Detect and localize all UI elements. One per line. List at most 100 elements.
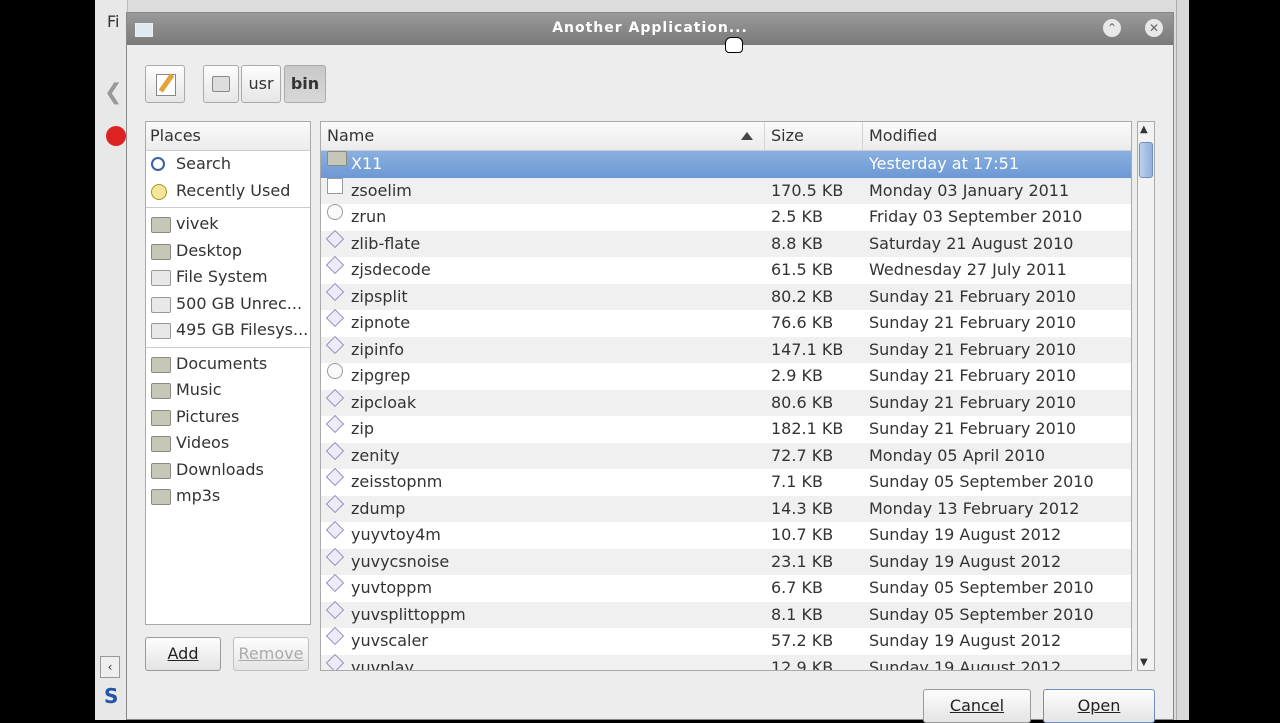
sidebar-item-label: Music (176, 380, 222, 399)
sidebar-item-label: Documents (176, 353, 268, 373)
minimize-button[interactable]: ⌃ (1103, 19, 1121, 37)
open-button[interactable]: Open (1043, 689, 1155, 723)
file-modified: Sunday 21 February 2010 (869, 419, 1077, 438)
file-row[interactable]: zsoelim 170.5 KB Monday 03 January 2011 (321, 177, 1131, 204)
path-segment-bin[interactable]: bin (284, 65, 326, 103)
sidebar-item-495-gb-filesys[interactable]: 495 GB Filesys... (146, 317, 310, 344)
file-row[interactable]: yuyvtoy4m 10.7 KB Sunday 19 August 2012 (321, 520, 1131, 549)
sidebar-item-label: Recently Used (176, 180, 291, 200)
sidebar-item-documents[interactable]: Documents (146, 351, 310, 378)
file-row[interactable]: zrun 2.5 KB Friday 03 September 2010 (321, 204, 1131, 231)
executable-icon (325, 388, 345, 407)
file-row[interactable]: yuvtoppm 6.7 KB Sunday 05 September 2010 (321, 573, 1131, 602)
sidebar-item-label: Videos (176, 433, 230, 452)
mouse-cursor-icon (725, 37, 743, 53)
file-row[interactable]: zipcloak 80.6 KB Sunday 21 February 2010 (321, 388, 1131, 416)
file-row[interactable]: yuvscaler 57.2 KB Sunday 19 August 2012 (321, 626, 1131, 655)
sort-ascending-icon (741, 132, 753, 140)
cancel-button[interactable]: Cancel (923, 689, 1031, 723)
file-row[interactable]: zip 182.1 KB Sunday 21 February 2010 (321, 414, 1131, 443)
file-row[interactable]: X11 Yesterday at 17:51 (321, 151, 1131, 178)
close-button[interactable]: ✕ (1145, 19, 1163, 37)
file-list-scrollbar[interactable]: ▲ ▼ (1137, 121, 1155, 671)
sidebar-item-desktop[interactable]: Desktop (146, 238, 310, 265)
file-size: 2.9 KB (771, 366, 823, 385)
remove-place-button[interactable]: Remove (233, 637, 309, 671)
sidebar-item-recently-used[interactable]: Recently Used (146, 178, 310, 205)
dialog-titlebar[interactable]: Another Application... ⌃ ✕ (127, 13, 1173, 45)
sidebar-item-label: 500 GB Unrec... (176, 293, 303, 313)
file-modified: Sunday 05 September 2010 (869, 578, 1094, 597)
column-size-header[interactable]: Size (765, 122, 863, 150)
folder-icon (151, 462, 171, 479)
file-row[interactable]: yuvsplittoppm 8.1 KB Sunday 05 September 2… (321, 600, 1131, 628)
file-name: yuvplay (351, 657, 414, 671)
file-modified: Wednesday 27 July 2011 (869, 260, 1067, 279)
file-modified: Sunday 21 February 2010 (869, 339, 1077, 359)
file-name: yuvscaler (351, 631, 428, 650)
folder-icon (151, 356, 171, 373)
file-modified: Monday 03 January 2011 (869, 180, 1070, 200)
sidebar-item-pictures[interactable]: Pictures (146, 404, 310, 431)
scrollbar-thumb[interactable] (1139, 142, 1153, 178)
file-name: zenity (351, 445, 400, 465)
column-modified-header[interactable]: Modified (863, 122, 1131, 150)
places-separator (146, 207, 310, 208)
background-scroll-left-button[interactable]: ‹ (100, 656, 120, 678)
file-modified: Sunday 19 August 2012 (869, 525, 1062, 544)
file-name: yuvycsnoise (351, 551, 450, 571)
file-name: yuvtoppm (351, 578, 433, 597)
scroll-down-icon[interactable]: ▼ (1140, 657, 1148, 668)
file-modified: Yesterday at 17:51 (869, 154, 1020, 173)
path-root-button[interactable] (203, 65, 239, 103)
scroll-up-icon[interactable]: ▲ (1140, 124, 1148, 135)
drive-icon (151, 270, 171, 286)
file-size: 57.2 KB (771, 631, 834, 650)
file-row[interactable]: zipgrep 2.9 KB Sunday 21 February 2010 (321, 363, 1131, 390)
file-row[interactable]: zjsdecode 61.5 KB Wednesday 27 July 2011 (321, 255, 1131, 284)
remove-label: Remove (238, 644, 304, 663)
file-size: 147.1 KB (771, 339, 844, 359)
column-modified-label: Modified (869, 126, 938, 145)
sidebar-item-500-gb-unrec[interactable]: 500 GB Unrec... (146, 291, 310, 318)
file-size: 14.3 KB (771, 498, 834, 518)
sidebar-item-label: Search (176, 154, 231, 173)
file-row[interactable]: zeisstopnm 7.1 KB Sunday 05 September 2010 (321, 467, 1131, 496)
path-segment-usr[interactable]: usr (241, 65, 281, 103)
file-row[interactable]: zipsplit 80.2 KB Sunday 21 February 2010 (321, 282, 1131, 310)
file-size: 80.6 KB (771, 392, 834, 412)
add-place-button[interactable]: Add (145, 637, 221, 671)
file-row[interactable]: yuvplay 12.9 KB Sunday 19 August 2012 (321, 653, 1131, 671)
add-label: Add (167, 644, 199, 663)
file-size: 7.1 KB (771, 472, 823, 491)
file-row[interactable]: yuvycsnoise 23.1 KB Sunday 19 August 2012 (321, 547, 1131, 575)
folder-icon (151, 409, 171, 426)
sidebar-item-music[interactable]: Music (146, 377, 310, 404)
file-row[interactable]: zdump 14.3 KB Monday 13 February 2012 (321, 494, 1131, 522)
drive-icon (151, 323, 171, 339)
file-row[interactable]: zenity 72.7 KB Monday 05 April 2010 (321, 441, 1131, 469)
column-name-header[interactable]: Name (321, 122, 765, 150)
sidebar-item-mp3s[interactable]: mp3s (146, 483, 310, 510)
places-header[interactable]: Places (146, 122, 310, 151)
sidebar-item-label: 495 GB Filesys... (176, 320, 309, 339)
file-row[interactable]: zlib-flate 8.8 KB Saturday 21 August 2010 (321, 229, 1131, 257)
file-size: 2.5 KB (771, 207, 823, 226)
folder-icon (151, 436, 171, 452)
file-size: 10.7 KB (771, 525, 834, 544)
folder-icon (151, 243, 171, 260)
file-row[interactable]: zipnote 76.6 KB Sunday 21 February 2010 (321, 308, 1131, 337)
sidebar-item-search[interactable]: Search (146, 151, 310, 178)
type-filename-button[interactable] (145, 65, 185, 103)
sidebar-item-vivek[interactable]: vivek (146, 211, 310, 238)
file-name: zipcloak (351, 392, 417, 412)
file-row[interactable]: zipinfo 147.1 KB Sunday 21 February 2010 (321, 335, 1131, 363)
sidebar-item-downloads[interactable]: Downloads (146, 457, 310, 484)
sidebar-item-videos[interactable]: Videos (146, 430, 310, 457)
executable-icon (325, 414, 345, 434)
file-name: zip (351, 419, 374, 438)
executable-icon (325, 308, 345, 328)
background-menu-text: Fi (107, 12, 120, 31)
folder-icon (151, 383, 171, 399)
sidebar-item-file-system[interactable]: File System (146, 264, 310, 291)
